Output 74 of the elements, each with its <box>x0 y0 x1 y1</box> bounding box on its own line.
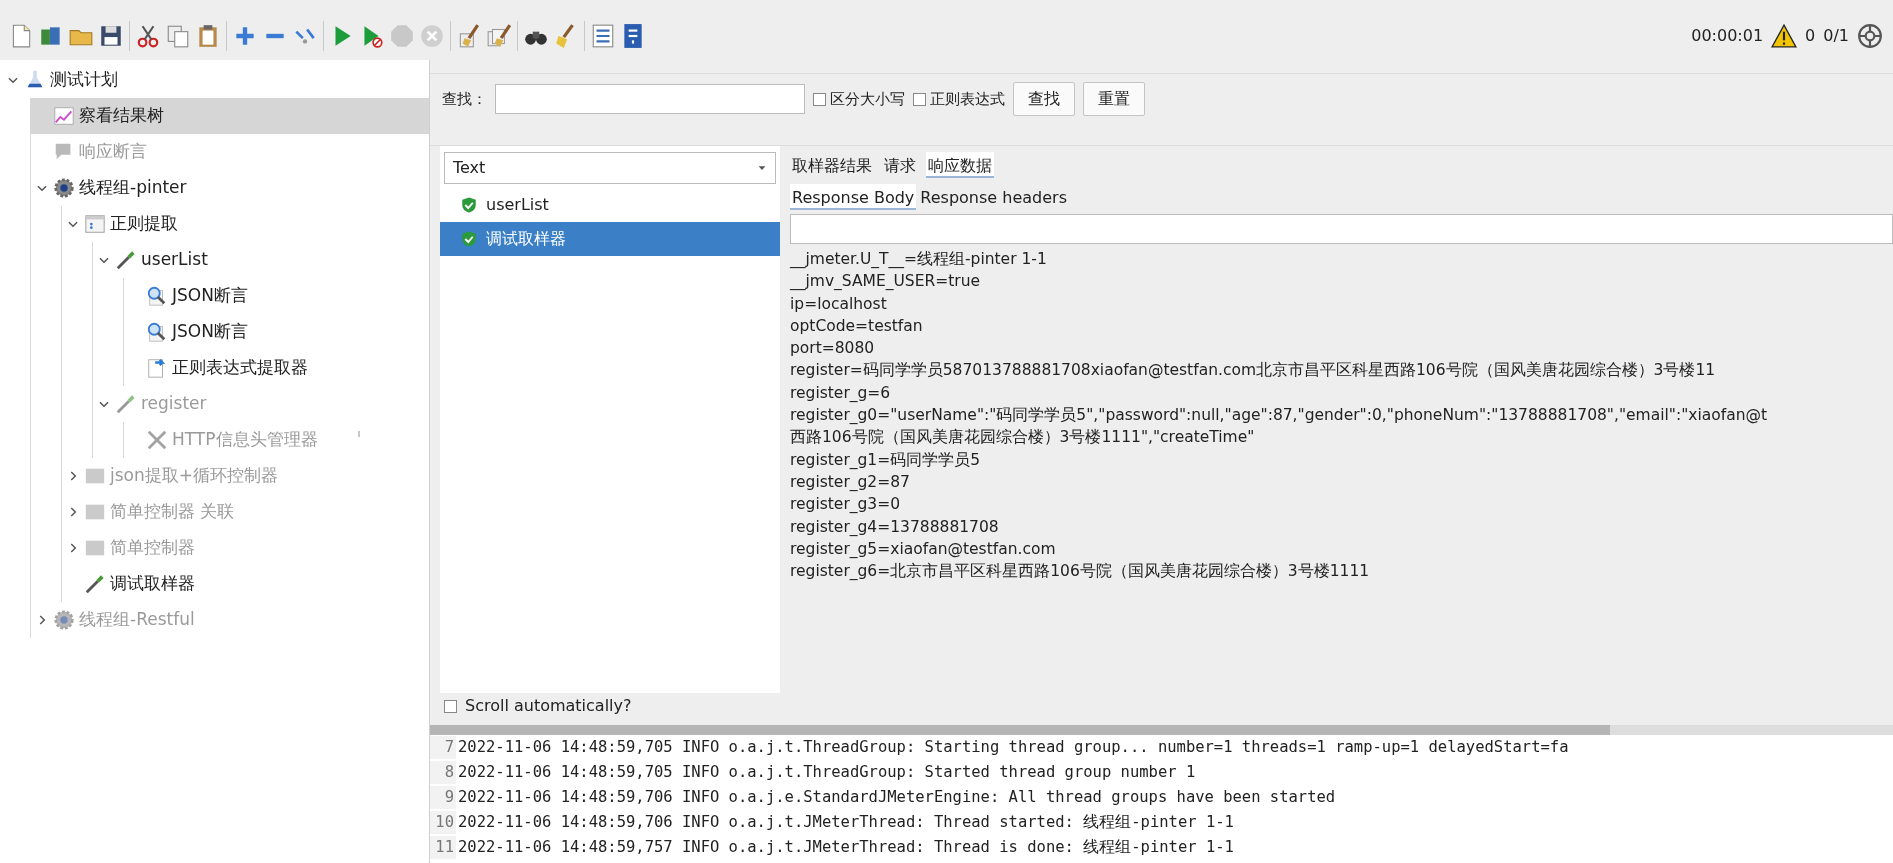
response-line: optCode=testfan <box>789 315 924 337</box>
magnifier-icon <box>146 321 168 343</box>
filter-field[interactable] <box>790 214 1893 244</box>
response-line: port=8080 <box>789 338 876 360</box>
scrollbar-thumb[interactable] <box>430 725 1610 735</box>
list-icon[interactable] <box>590 23 616 49</box>
line-number: 8 <box>430 760 456 785</box>
tree-item[interactable]: 察看结果树 <box>31 98 429 134</box>
tree-item[interactable]: 调试取样器 <box>62 566 429 602</box>
tab[interactable]: 取样器结果 <box>790 152 874 178</box>
thread-count: 0/1 <box>1823 25 1849 47</box>
pipette-icon <box>84 573 106 595</box>
tree-item[interactable]: 测试计划 <box>0 62 429 98</box>
elapsed-time: 00:00:01 <box>1691 25 1764 47</box>
log-line: 2022-11-06 14:48:59,706 INFO o.a.j.t.JMeterThread: Thread started: 线程组-pinter 1-1 <box>458 811 1234 833</box>
response-line: register=码同学学员587013788881708xiaofan@testfan.com北京市昌平区科星西路106号院（国风美唐花园综合楼）3号楼11 <box>789 360 1717 382</box>
scissors-icon[interactable] <box>135 23 161 49</box>
pipette-icon <box>115 249 137 271</box>
response-line: __jmeter.U_T__=线程组-pinter 1-1 <box>789 249 1048 271</box>
tree-item[interactable]: JSON断言 <box>124 278 429 314</box>
checkbox-option[interactable]: Scroll automatically? <box>440 693 780 723</box>
response-line: __jmv_SAME_USER=true <box>789 271 982 293</box>
shield-check-icon <box>460 196 478 214</box>
globe-icon[interactable] <box>1857 23 1883 49</box>
sample-item[interactable]: userList <box>440 188 780 222</box>
magnifier-icon <box>146 285 168 307</box>
tree-item[interactable]: userList <box>93 242 429 278</box>
log-line: 2022-11-06 14:48:59,705 INFO o.a.j.t.ThreadGroup: Starting thread group... number=1 threads=1 ramp-up=1 delayedStart=fa <box>458 736 1569 758</box>
tab[interactable]: 请求 <box>882 152 918 178</box>
response-line: register_g2=87 <box>789 471 911 493</box>
search-panel-button[interactable]: 查找 <box>1013 82 1075 116</box>
tree-item[interactable]: 正则表达式提取器 <box>124 350 429 386</box>
line-number: 10 <box>430 810 456 835</box>
tree-item[interactable]: 正则提取 <box>62 206 429 242</box>
response-line: register_g1=码同学学员5 <box>789 449 982 471</box>
warning-count: 0 <box>1805 25 1816 47</box>
response-line: ip=localhost <box>789 293 888 315</box>
response-line: register_g4=13788881708 <box>789 516 1000 538</box>
checkbox-option[interactable]: 区分大小写 <box>813 87 905 111</box>
response-line: register_g0="userName":"码同学学员5","password":null,"age":87,"gender":0,"phoneNum":"13788881708","email":"xiaofan@t <box>789 405 1769 427</box>
broom-icon[interactable] <box>486 23 512 49</box>
search-label: 查找： <box>442 88 487 110</box>
renderer-dropdown[interactable]: Text <box>444 152 776 184</box>
log-line: 2022-11-06 14:48:59,705 INFO o.a.j.t.ThreadGroup: Started thread group number 1 <box>458 761 1196 783</box>
response-line: register_g=6 <box>789 382 892 404</box>
save-icon[interactable] <box>98 23 124 49</box>
response-line: register_g5=xiaofan@testfan.com <box>789 538 1057 560</box>
log-line: 2022-11-06 14:48:59,757 INFO o.a.j.t.JMeterThread: Thread is done: 线程组-pinter 1-1 <box>458 836 1234 858</box>
tree-item[interactable]: JSON断言 <box>124 314 429 350</box>
caret-icon <box>757 163 767 173</box>
tab[interactable]: 响应数据 <box>926 152 994 178</box>
pipette-icon <box>115 393 137 415</box>
line-number: 9 <box>430 785 456 810</box>
document-arrow-icon <box>146 357 168 379</box>
warning-icon[interactable] <box>1771 23 1798 49</box>
search-panel-button[interactable]: 重置 <box>1083 82 1145 116</box>
response-line: 西路106号院（国风美唐花园综合楼）3号楼1111","createTime" <box>789 427 1256 449</box>
log-line: 2022-11-06 14:48:59,706 INFO o.a.j.e.StandardJMeterEngine: All thread groups have been started <box>458 786 1336 808</box>
line-number: 7 <box>430 735 456 760</box>
copy-icon[interactable] <box>165 23 191 49</box>
checkbox-option[interactable]: 正则表达式 <box>913 87 1005 111</box>
controller-icon <box>84 213 106 235</box>
gear-icon <box>53 609 75 631</box>
gear-icon <box>53 177 75 199</box>
sample-item[interactable]: 调试取样器 <box>440 222 780 256</box>
response-line: register_g3=0 <box>789 494 902 516</box>
tree-item[interactable]: 线程组-pinter <box>31 170 429 206</box>
shield-check-icon <box>460 230 478 248</box>
tab[interactable]: Response Body <box>790 184 917 210</box>
chart-icon <box>53 105 75 127</box>
tab[interactable]: Response headers <box>918 184 1069 210</box>
response-line: register_g6=北京市昌平区科星西路106号院（国风美唐花园综合楼）3号楼1111 <box>789 561 1371 583</box>
search-field[interactable] <box>495 84 805 114</box>
line-number: 11 <box>430 835 456 860</box>
